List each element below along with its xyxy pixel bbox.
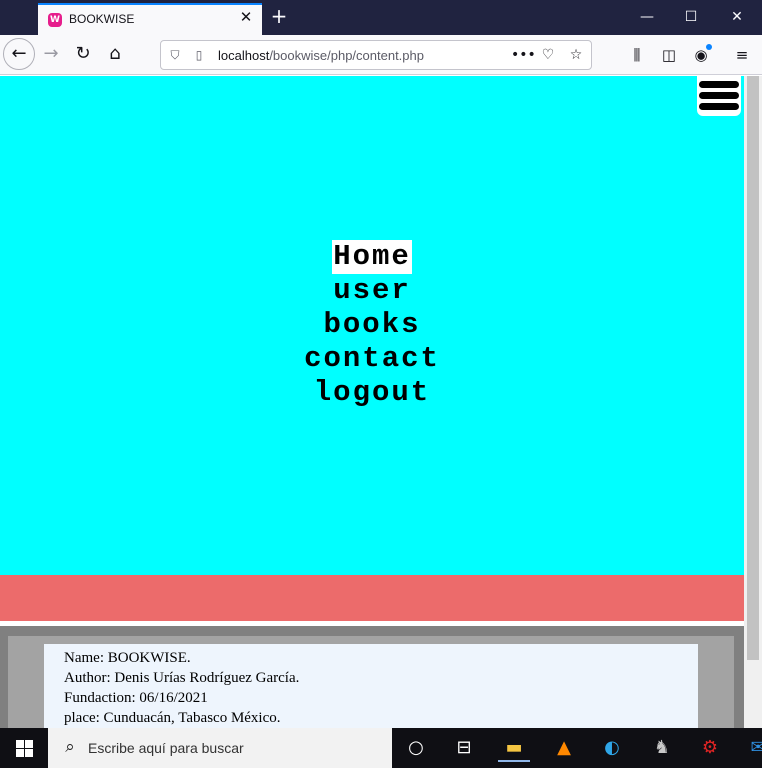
- close-window-icon[interactable]: ✕: [714, 4, 760, 32]
- info-card: Name: BOOKWISE. Author: Denis Urías Rodr…: [44, 644, 698, 728]
- nav-link-home-label: Home: [332, 240, 412, 274]
- page-scrollbar[interactable]: [744, 76, 762, 728]
- home-button[interactable]: ⌂: [100, 39, 130, 69]
- hamburger-bar-icon: [699, 92, 739, 99]
- browser-toolbar: ← → ↻ ⌂ ⛉ ▯ localhost/bookwise/php/conte…: [0, 35, 762, 75]
- nav-link-contact-label: contact: [304, 342, 440, 375]
- windows-logo-icon: [25, 740, 33, 748]
- scrollbar-thumb[interactable]: [747, 76, 759, 660]
- windows-logo-icon: [25, 749, 33, 757]
- windows-logo-icon: [16, 740, 24, 748]
- nav-link-user-label: user: [333, 274, 411, 307]
- page-info-icon[interactable]: ▯: [192, 47, 206, 63]
- nav-link-logout[interactable]: logout: [0, 376, 744, 410]
- bookmark-star-icon[interactable]: ☆: [567, 46, 585, 64]
- url-text[interactable]: localhost/bookwise/php/content.php: [218, 48, 424, 63]
- active-app-indicator: [498, 760, 530, 762]
- info-place: place: Cunduacán, Tabasco México.: [64, 710, 281, 726]
- forward-button[interactable]: →: [36, 39, 66, 69]
- windows-logo-icon: [16, 749, 24, 757]
- menu-overlay: Home user books contact logout: [0, 76, 744, 575]
- app-menu-icon[interactable]: ≡: [731, 44, 753, 66]
- edge-browser-icon[interactable]: ◐: [598, 734, 626, 762]
- info-author: Author: Denis Urías Rodríguez García.: [64, 670, 300, 686]
- taskbar-search-box[interactable]: ⌕ Escribe aquí para buscar: [48, 728, 392, 768]
- info-name: Name: BOOKWISE.: [64, 650, 191, 666]
- account-icon[interactable]: ◉: [690, 44, 712, 66]
- windows-taskbar: ⌕ Escribe aquí para buscar ○ ⊟ ▬ ▲ ◐ ♞ ⚙…: [0, 728, 762, 768]
- address-bar[interactable]: ⛉ ▯ localhost/bookwise/php/content.php •…: [160, 40, 592, 70]
- pocket-icon[interactable]: ♡: [539, 46, 557, 64]
- hamburger-bar-icon: [699, 103, 739, 110]
- tracking-protection-shield-icon[interactable]: ⛉: [168, 47, 182, 63]
- back-button[interactable]: ←: [3, 38, 35, 70]
- nav-link-user[interactable]: user: [0, 274, 744, 308]
- hamburger-bar-icon: [699, 81, 739, 88]
- library-icon[interactable]: ⫼: [626, 44, 648, 66]
- info-foundation-date: Fundaction: 06/16/2021: [64, 690, 208, 706]
- file-explorer-icon[interactable]: ▬: [498, 734, 530, 762]
- header-band: [0, 575, 744, 621]
- nav-link-books[interactable]: books: [0, 308, 744, 342]
- task-view-icon[interactable]: ⊟: [450, 734, 478, 762]
- nav-link-logout-label: logout: [313, 376, 431, 409]
- start-button[interactable]: [0, 728, 48, 768]
- search-placeholder: Escribe aquí para buscar: [88, 740, 244, 756]
- url-path: /bookwise/php/content.php: [269, 48, 424, 63]
- vlc-icon[interactable]: ▲: [550, 734, 578, 762]
- search-icon: ⌕: [65, 737, 75, 757]
- minimize-window-icon[interactable]: —: [624, 4, 670, 32]
- account-notification-dot: [706, 44, 712, 50]
- new-tab-button[interactable]: +: [268, 6, 290, 28]
- security-app-icon[interactable]: ⚙: [696, 734, 724, 762]
- nav-link-books-label: books: [323, 308, 421, 341]
- mail-icon[interactable]: ✉: [744, 734, 762, 762]
- browser-tab-strip: W BOOKWISE ✕ + — ☐ ✕: [0, 0, 762, 35]
- nav-link-contact[interactable]: contact: [0, 342, 744, 376]
- page-footer: Name: BOOKWISE. Author: Denis Urías Rodr…: [0, 626, 744, 728]
- url-host: localhost: [218, 48, 270, 63]
- nav-link-home[interactable]: Home: [0, 240, 744, 274]
- tab-bookwise[interactable]: W BOOKWISE ✕: [38, 3, 262, 35]
- hamburger-menu-button[interactable]: [697, 76, 741, 116]
- reload-button[interactable]: ↻: [68, 39, 98, 69]
- maximize-window-icon[interactable]: ☐: [668, 4, 714, 32]
- sidebar-icon[interactable]: ◫: [658, 44, 680, 66]
- game-app-icon[interactable]: ♞: [648, 734, 676, 762]
- page-actions-icon[interactable]: •••: [511, 46, 536, 64]
- site-favicon-icon: W: [48, 13, 62, 27]
- main-navigation: Home user books contact logout: [0, 240, 744, 410]
- tab-title: BOOKWISE: [69, 12, 135, 26]
- close-tab-icon[interactable]: ✕: [238, 9, 254, 25]
- page-viewport: Home user books contact logout Name: BOO…: [0, 76, 744, 728]
- cortana-icon[interactable]: ○: [402, 734, 430, 762]
